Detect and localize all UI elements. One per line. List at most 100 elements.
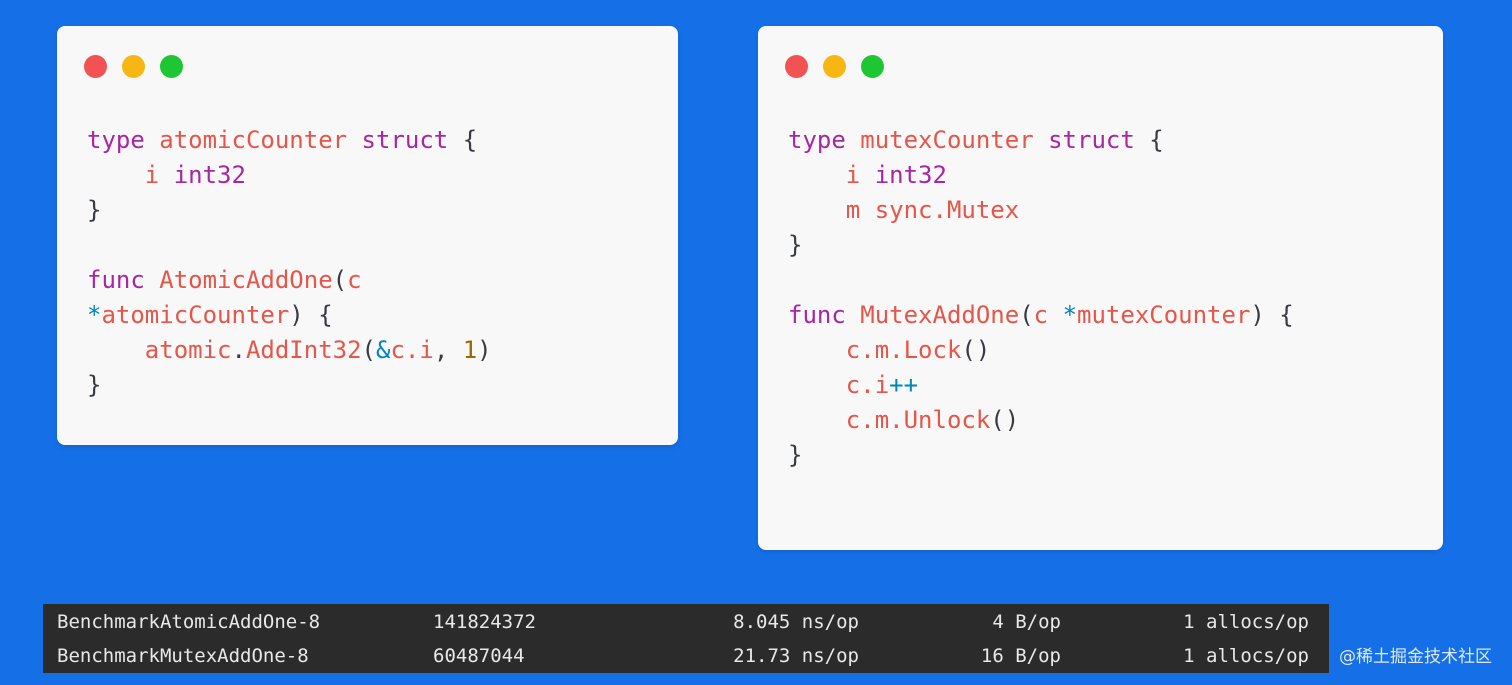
code-token: c.i [845, 371, 890, 399]
code-token: atomic [144, 336, 232, 364]
code-token: int32 [874, 161, 947, 189]
code-token: * [87, 301, 102, 329]
code-token: () [990, 406, 1020, 434]
code-token: sync.Mutex [874, 196, 1020, 224]
code-token: { [1134, 126, 1164, 154]
maximize-dot-icon[interactable] [861, 55, 884, 78]
benchmark-output-panel: BenchmarkAtomicAddOne-8 141824372 8.045 … [43, 604, 1329, 673]
code-window-atomic: type atomicCounter struct { i int32} fun… [57, 26, 678, 445]
code-token: int32 [173, 161, 246, 189]
benchmark-iterations: 60487044 [433, 645, 525, 667]
code-line: type atomicCounter struct { [87, 123, 492, 158]
code-line: } [87, 368, 492, 403]
code-token: struct [361, 126, 449, 154]
code-token: ++ [889, 371, 919, 399]
code-token: atomicCounter [159, 126, 348, 154]
code-token: ) { [289, 301, 333, 329]
minimize-dot-icon[interactable] [823, 55, 846, 78]
code-line: func AtomicAddOne(c [87, 263, 492, 298]
close-dot-icon[interactable] [785, 55, 808, 78]
code-line: } [788, 228, 1294, 263]
code-token: } [788, 441, 803, 469]
code-line: c.i++ [788, 368, 1294, 403]
code-token: c [347, 266, 362, 294]
code-token: ) [477, 336, 492, 364]
code-token: func [788, 301, 846, 329]
benchmark-bytes-per-op: 4 B/op [992, 611, 1061, 633]
code-token: & [376, 336, 391, 364]
code-token: 1 [462, 336, 478, 364]
code-token: type [788, 126, 846, 154]
benchmark-name: BenchmarkMutexAddOne-8 [57, 645, 309, 667]
code-token: c [1033, 301, 1049, 329]
code-line: i int32 [87, 158, 492, 193]
code-token: ( [1019, 301, 1034, 329]
code-line: c.m.Unlock() [788, 403, 1294, 438]
code-line: i int32 [788, 158, 1294, 193]
benchmark-row-atomic: BenchmarkAtomicAddOne-8 141824372 8.045 … [43, 605, 1329, 639]
maximize-dot-icon[interactable] [160, 55, 183, 78]
code-window-mutex: type mutexCounter struct { i int32 m syn… [758, 26, 1443, 550]
benchmark-name: BenchmarkAtomicAddOne-8 [57, 611, 321, 633]
code-token: MutexAddOne [860, 301, 1020, 329]
code-token: } [87, 196, 102, 224]
code-token: type [87, 126, 145, 154]
code-line: atomic.AddInt32(&c.i, 1) [87, 333, 492, 368]
code-line: *atomicCounter) { [87, 298, 492, 333]
code-token: i [144, 161, 160, 189]
code-line: m sync.Mutex [788, 193, 1294, 228]
code-block-atomic-counter: type atomicCounter struct { i int32} fun… [87, 123, 492, 403]
code-line: } [788, 438, 1294, 473]
code-token: ) { [1250, 301, 1294, 329]
code-token: () [961, 336, 991, 364]
code-line: } [87, 193, 492, 228]
code-token: , [433, 336, 463, 364]
code-block-mutex-counter: type mutexCounter struct { i int32 m syn… [788, 123, 1294, 473]
benchmark-iterations: 141824372 [433, 611, 536, 633]
code-token: AtomicAddOne [159, 266, 333, 294]
benchmark-allocs-per-op: 1 allocs/op [1183, 645, 1309, 667]
code-token: mutexCounter [860, 126, 1034, 154]
code-token: m [845, 196, 861, 224]
minimize-dot-icon[interactable] [122, 55, 145, 78]
code-line: type mutexCounter struct { [788, 123, 1294, 158]
code-line: func MutexAddOne(c *mutexCounter) { [788, 298, 1294, 333]
code-token: func [87, 266, 145, 294]
benchmark-bytes-per-op: 16 B/op [980, 645, 1061, 667]
code-token: atomicCounter [101, 301, 290, 329]
code-token: i [845, 161, 861, 189]
code-token: } [87, 371, 102, 399]
code-token: . [231, 336, 246, 364]
benchmark-allocs-per-op: 1 allocs/op [1183, 611, 1309, 633]
code-token: mutexCounter [1077, 301, 1251, 329]
watermark-text: @稀土掘金技术社区 [1339, 647, 1492, 667]
benchmark-ns-per-op: 8.045 ns/op [733, 611, 859, 633]
code-token: ( [361, 336, 376, 364]
code-token: } [788, 231, 803, 259]
code-token: ( [332, 266, 348, 294]
code-token: * [1062, 301, 1078, 329]
code-token: c.i [390, 336, 434, 364]
close-dot-icon[interactable] [84, 55, 107, 78]
code-token: c.m.Unlock [845, 406, 991, 434]
code-token: { [448, 126, 478, 154]
code-token: AddInt32 [245, 336, 362, 364]
